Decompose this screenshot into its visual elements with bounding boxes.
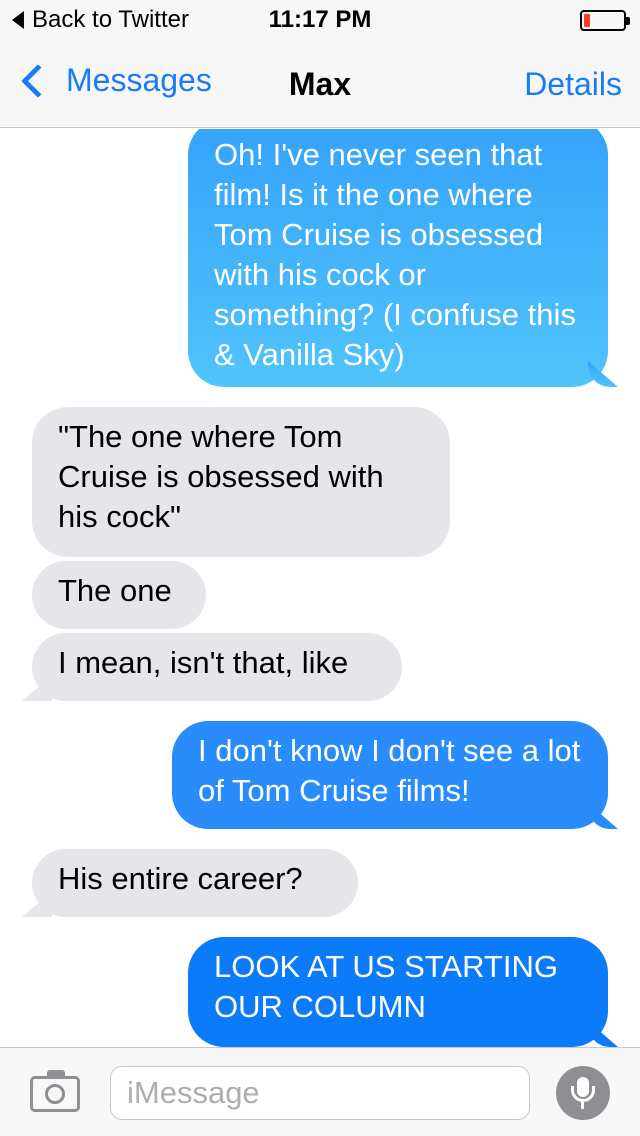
conversation-thread[interactable]: Oh! I've never seen that film! Is it the… bbox=[0, 129, 640, 1047]
incoming-message[interactable]: "The one where Tom Cruise is obsessed wi… bbox=[32, 407, 450, 557]
outgoing-message[interactable]: LOOK AT US STARTING OUR COLUMN bbox=[188, 937, 608, 1047]
incoming-message[interactable]: The one bbox=[32, 561, 206, 629]
status-bar: Back to Twitter 11:17 PM bbox=[0, 0, 640, 40]
incoming-message[interactable]: I mean, isn't that, like bbox=[32, 633, 402, 701]
microphone-icon[interactable] bbox=[556, 1066, 610, 1120]
outgoing-message[interactable]: Oh! I've never seen that film! Is it the… bbox=[188, 129, 608, 387]
outgoing-message[interactable]: I don't know I don't see a lot of Tom Cr… bbox=[172, 721, 608, 829]
battery-icon bbox=[580, 10, 630, 31]
status-time: 11:17 PM bbox=[268, 6, 372, 33]
details-button[interactable]: Details bbox=[524, 66, 622, 103]
navigation-bar: Messages Max Details bbox=[0, 40, 640, 128]
message-input-bar: iMessage bbox=[0, 1047, 640, 1136]
incoming-message[interactable]: His entire career? bbox=[32, 849, 358, 917]
imessage-input[interactable]: iMessage bbox=[110, 1066, 530, 1120]
camera-icon[interactable] bbox=[30, 1070, 80, 1112]
battery-level-fill bbox=[584, 14, 590, 27]
